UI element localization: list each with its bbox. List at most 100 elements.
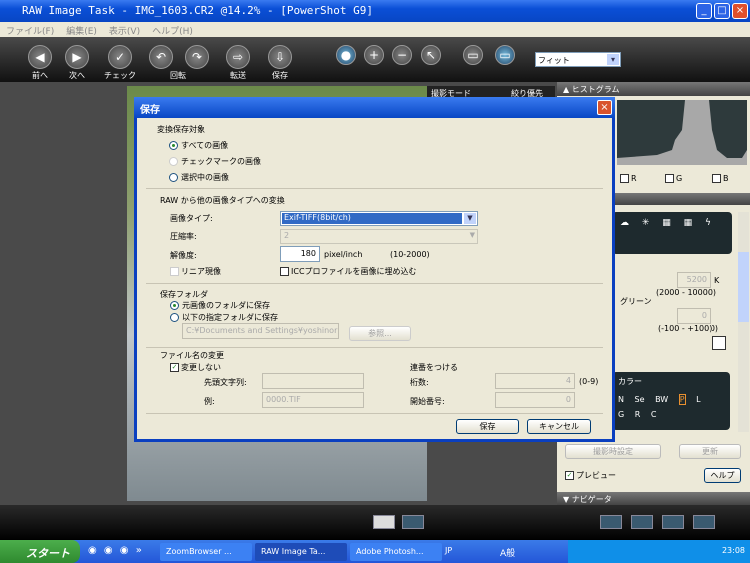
no-change-checkbox[interactable]: ✓ 変更しない <box>170 362 221 373</box>
prefix-field[interactable] <box>262 373 364 389</box>
prefix-label: 先頭文字列: <box>204 378 247 387</box>
channel-b[interactable]: B <box>712 174 729 183</box>
linear-checkbox[interactable]: リニア現像 <box>170 266 221 277</box>
white-balance-presets[interactable]: ☁ ✳ ▦ ▦ ϟ <box>612 212 732 254</box>
save-toolbar-button[interactable]: ⇩ <box>268 45 292 69</box>
dialog-close-button[interactable]: × <box>597 100 612 115</box>
compression-select[interactable]: 2 ▼ <box>280 229 478 244</box>
radio-all-images[interactable]: すべての画像 <box>169 140 228 151</box>
prev-button[interactable]: ◀ <box>28 45 52 69</box>
start-number-field[interactable]: 0 <box>495 392 575 408</box>
close-button[interactable]: × <box>732 3 748 19</box>
radio-same-folder[interactable]: 元画像のフォルダに保存 <box>170 300 270 311</box>
panel-scrollbar[interactable] <box>738 212 749 432</box>
single-view-icon[interactable]: ▭ <box>463 45 483 65</box>
zoom-out-icon[interactable]: − <box>392 45 412 65</box>
scrollbar-thumb[interactable] <box>738 252 749 322</box>
style-row-2[interactable]: G R C <box>618 410 724 419</box>
radio-checked-images[interactable]: チェックマークの画像 <box>169 156 261 167</box>
zoom-select[interactable]: フィット ▾ <box>535 52 621 67</box>
green-field[interactable]: 0 <box>677 308 711 324</box>
minimize-button[interactable]: _ <box>696 3 712 19</box>
histogram <box>617 100 747 165</box>
compression-label: 圧縮率: <box>170 232 197 241</box>
menu-file[interactable]: ファイル(F) <box>6 27 54 37</box>
example-field: 0000.TIF <box>262 392 364 408</box>
navigator-header[interactable]: ▼ ナビゲータ <box>557 492 750 505</box>
transfer-button[interactable]: ⇨ <box>226 45 250 69</box>
folder-path-field[interactable]: C:¥Documents and Settings¥yoshinori.toy <box>182 323 339 339</box>
resolution-label: 解像度: <box>170 251 197 260</box>
chevron-down-icon[interactable]: ▼ <box>464 213 476 224</box>
maximize-button[interactable]: □ <box>714 3 730 19</box>
fullscreen-icon[interactable] <box>693 515 715 529</box>
tone-curve-icon[interactable] <box>712 336 726 350</box>
dialog-cancel-button[interactable]: キャンセル <box>527 419 591 434</box>
update-button[interactable]: 更新 <box>679 444 741 459</box>
fit-icon[interactable]: ● <box>336 45 356 65</box>
system-tray: 23:08 <box>568 540 750 563</box>
adjust-icon[interactable] <box>631 515 653 529</box>
zoom-in-icon[interactable]: + <box>364 45 384 65</box>
start-button[interactable]: スタート <box>0 540 80 563</box>
green-label: グリーン <box>620 297 652 306</box>
style-bw[interactable]: BW <box>655 395 668 404</box>
menu-help[interactable]: ヘルプ(H) <box>152 27 193 37</box>
menu-edit[interactable]: 編集(E) <box>66 27 97 37</box>
digits-field[interactable]: 4 <box>495 373 575 389</box>
style-l[interactable]: L <box>696 395 700 404</box>
image-type-select[interactable]: Exif-TIFF(8bit/ch) ▼ <box>280 211 478 226</box>
style-se[interactable]: Se <box>635 395 645 404</box>
help-button[interactable]: ヘルプ <box>704 468 741 483</box>
menu-view[interactable]: 表示(V) <box>109 27 140 37</box>
chevron-down-icon[interactable]: ▼ <box>470 231 475 239</box>
icc-label: ICCプロファイルを画像に埋め込む <box>291 267 417 276</box>
check-button[interactable]: ✓ <box>108 45 132 69</box>
channel-r[interactable]: R <box>620 174 637 183</box>
style-r[interactable]: R <box>635 410 641 419</box>
preview-checkbox[interactable]: ✓ プレビュー <box>565 470 616 481</box>
style-n[interactable]: N <box>618 395 624 404</box>
divider <box>146 188 603 189</box>
resolution-field[interactable]: 180 <box>280 246 320 262</box>
compare-view-icon[interactable]: ▭ <box>495 45 515 65</box>
dialog-save-button[interactable]: 保存 <box>456 419 519 434</box>
style-p[interactable]: P <box>678 394 686 405</box>
task-raw-image-task[interactable]: RAW Image Ta... <box>255 543 347 561</box>
next-button[interactable]: ▶ <box>65 45 89 69</box>
color-label: カラー <box>618 377 642 386</box>
rotate-right-button[interactable]: ↷ <box>185 45 209 69</box>
radio-specified-folder[interactable]: 以下の指定フォルダに保存 <box>170 312 278 323</box>
chevron-down-icon[interactable]: ▾ <box>607 54 619 65</box>
icc-checkbox[interactable]: ICCプロファイルを画像に埋め込む <box>280 266 417 277</box>
quick-launch[interactable]: ◉ ◉ ◉ » <box>88 545 142 556</box>
info-icon[interactable] <box>600 515 622 529</box>
language-indicator[interactable]: JP <box>445 546 452 555</box>
rotate-left-button[interactable]: ↶ <box>149 45 173 69</box>
multi-layout-icon[interactable] <box>402 515 424 529</box>
single-layout-icon[interactable] <box>373 515 395 529</box>
resolution-range: (10-2000) <box>390 250 430 259</box>
style-g[interactable]: G <box>618 410 624 419</box>
ime-indicator[interactable]: A般 <box>500 546 515 559</box>
browse-button[interactable]: 参照... <box>349 326 411 341</box>
task-zoombrowser[interactable]: ZoomBrowser ... <box>160 543 252 561</box>
radio-selected-image[interactable]: 選択中の画像 <box>169 172 229 183</box>
channel-g[interactable]: G <box>665 174 682 183</box>
style-c[interactable]: C <box>651 410 657 419</box>
linear-label: リニア現像 <box>181 267 221 276</box>
layout-icon[interactable] <box>662 515 684 529</box>
task-photoshop[interactable]: Adobe Photosh... <box>350 543 442 561</box>
style-row-1[interactable]: N Se BW P L <box>618 394 724 405</box>
shot-settings-button[interactable]: 撮影時設定 <box>565 444 661 459</box>
kelvin-unit: K <box>714 276 720 285</box>
digits-range: (0-9) <box>579 377 599 386</box>
picture-style-panel: カラー N Se BW P L G R C <box>612 372 730 430</box>
pointer-icon[interactable]: ↖ <box>421 45 441 65</box>
rotate-label: 回転 <box>170 71 186 80</box>
histogram-header[interactable]: ▲ ヒストグラム <box>557 82 750 96</box>
example-label: 例: <box>204 397 215 406</box>
prev-label: 前へ <box>32 71 48 80</box>
convert-heading: RAW から他の画像タイプへの変換 <box>160 196 285 205</box>
kelvin-field[interactable]: 5200 <box>677 272 711 288</box>
